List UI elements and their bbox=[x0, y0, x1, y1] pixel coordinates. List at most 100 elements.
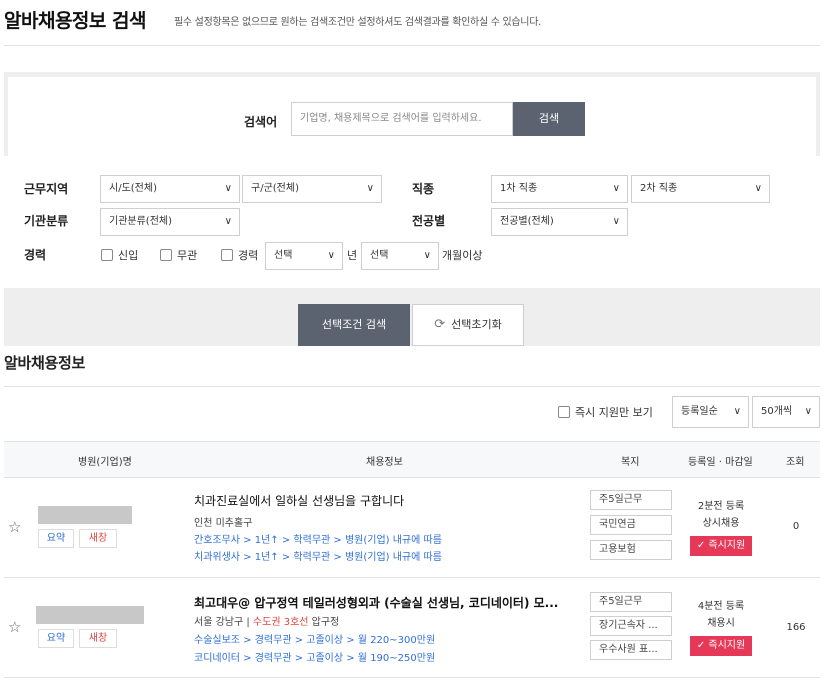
org-select[interactable]: 기관분류(전체) ∨ bbox=[100, 208, 240, 236]
welfare-badge: 장기근속자 ... bbox=[590, 616, 672, 636]
registered-time: 2분전 등록 bbox=[697, 501, 745, 512]
career-new-label: 신입 bbox=[118, 249, 139, 262]
welfare-badge: 국민연금 bbox=[590, 515, 672, 535]
career-month-value: 선택 bbox=[370, 250, 389, 261]
job-secondary-value: 2차 직종 bbox=[640, 183, 678, 194]
career-exp-checkbox[interactable]: 경력 bbox=[221, 247, 258, 263]
page-title: 알바채용정보 검색 bbox=[4, 10, 146, 32]
company-name-redacted bbox=[36, 606, 144, 624]
career-label: 경력 bbox=[24, 248, 47, 262]
job-title-link[interactable]: 치과진료실에서 일하실 선생님을 구합니다 bbox=[194, 492, 404, 509]
career-none-checkbox[interactable]: 무관 bbox=[160, 247, 197, 263]
career-year-value: 선택 bbox=[274, 250, 293, 261]
chevron-down-icon: ∨ bbox=[612, 216, 620, 227]
career-month-unit: 개월이상 bbox=[442, 249, 483, 262]
job-location: 인천 미추홀구 bbox=[194, 514, 252, 529]
reset-label: 선택초기화 bbox=[451, 318, 502, 331]
career-month-select[interactable]: 선택 ∨ bbox=[361, 242, 439, 270]
checkbox-icon bbox=[101, 249, 113, 261]
career-exp-label: 경력 bbox=[238, 249, 259, 262]
per-page-select[interactable]: 50개씩 ∨ bbox=[752, 396, 820, 428]
region-city-select[interactable]: 시/도(전체) ∨ bbox=[100, 175, 240, 203]
table-row[interactable]: ☆ 요약 새창 최고대우@ 압구정역 테일러성형외과 (수술실 선생님, 코디네… bbox=[4, 578, 820, 678]
major-select[interactable]: 전공별(전체) ∨ bbox=[491, 208, 628, 236]
deadline: 상시채용 bbox=[702, 518, 740, 529]
instant-apply-only-label: 즉시 지원만 보기 bbox=[575, 406, 653, 419]
subway-station: 압구정 bbox=[311, 617, 340, 628]
org-label: 기관분류 bbox=[24, 214, 69, 228]
career-new-checkbox[interactable]: 신입 bbox=[101, 247, 138, 263]
major-label: 전공별 bbox=[412, 214, 446, 228]
keyword-search-button[interactable]: 검색 bbox=[513, 102, 585, 136]
column-header-dates: 등록일 · 마감일 bbox=[688, 457, 753, 468]
job-location-text: 서울 강남구 bbox=[194, 617, 244, 628]
chevron-down-icon: ∨ bbox=[423, 250, 431, 261]
instant-apply-button[interactable]: ✓ 즉시지원 bbox=[690, 536, 752, 556]
star-icon[interactable]: ☆ bbox=[8, 518, 21, 536]
view-count: 166 bbox=[786, 622, 806, 633]
welfare-badge: 주5일근무 bbox=[590, 490, 672, 510]
new-window-tag[interactable]: 새창 bbox=[79, 629, 117, 648]
checkbox-icon bbox=[160, 249, 172, 261]
career-year-select[interactable]: 선택 ∨ bbox=[265, 242, 343, 270]
chevron-down-icon: ∨ bbox=[224, 216, 232, 227]
column-header-company: 병원(기업)명 bbox=[78, 457, 132, 468]
keyword-input[interactable]: 기업명, 채용제목으로 검색어를 입력하세요. bbox=[291, 102, 513, 136]
per-page-value: 50개씩 bbox=[761, 406, 793, 417]
filter-conditions: 근무지역 시/도(전체) ∨ 구/군(전체) ∨ 직종 1차 직종 ∨ 2차 직… bbox=[4, 156, 820, 288]
sort-select[interactable]: 등록일순 ∨ bbox=[672, 396, 749, 428]
org-value: 기관분류(전체) bbox=[109, 216, 173, 227]
column-header-job-info: 채용정보 bbox=[366, 457, 403, 468]
keyword-label: 검색어 bbox=[244, 115, 278, 129]
job-location: 서울 강남구 | 수도권 3호선 압구정 bbox=[194, 617, 340, 628]
instant-apply-button[interactable]: ✓ 즉시지원 bbox=[690, 636, 752, 656]
region-label: 근무지역 bbox=[24, 182, 69, 196]
summary-tag[interactable]: 요약 bbox=[38, 529, 74, 548]
career-none-label: 무관 bbox=[177, 249, 198, 262]
search-panel: 검색어 기업명, 채용제목으로 검색어를 입력하세요. 검색 근무지역 시/도(… bbox=[4, 72, 820, 346]
star-icon[interactable]: ☆ bbox=[8, 618, 21, 636]
checkbox-icon bbox=[221, 249, 233, 261]
chevron-down-icon: ∨ bbox=[327, 250, 335, 261]
chevron-down-icon: ∨ bbox=[224, 183, 232, 194]
job-condition-line: 치과위생사 > 1년↑ > 학력무관 > 병원(기업) 내규에 따름 bbox=[194, 552, 442, 563]
refresh-icon: ⟳ bbox=[434, 317, 446, 332]
keyword-box: 검색어 기업명, 채용제목으로 검색어를 입력하세요. 검색 bbox=[8, 77, 816, 156]
job-label: 직종 bbox=[412, 182, 435, 196]
welfare-badge: 고용보험 bbox=[590, 540, 672, 560]
chevron-down-icon: ∨ bbox=[366, 183, 374, 194]
major-value: 전공별(전체) bbox=[500, 216, 554, 227]
chevron-down-icon: ∨ bbox=[754, 183, 762, 194]
instant-apply-only-checkbox[interactable]: 즉시 지원만 보기 bbox=[558, 404, 653, 420]
summary-tag[interactable]: 요약 bbox=[38, 629, 74, 648]
sort-value: 등록일순 bbox=[681, 406, 718, 417]
welfare-badge: 주5일근무 bbox=[590, 592, 672, 612]
condition-search-button[interactable]: 선택조건 검색 bbox=[298, 304, 410, 346]
column-header-views: 조회 bbox=[786, 457, 805, 468]
region-district-select[interactable]: 구/군(전체) ∨ bbox=[242, 175, 382, 203]
chevron-down-icon: ∨ bbox=[733, 406, 741, 417]
new-window-tag[interactable]: 새창 bbox=[79, 529, 117, 548]
list-title: 알바채용정보 bbox=[4, 354, 86, 372]
column-header-welfare: 복지 bbox=[621, 457, 640, 468]
company-name-redacted bbox=[38, 506, 132, 524]
job-location-text: 인천 미추홀구 bbox=[194, 518, 253, 529]
job-title-link[interactable]: 최고대우@ 압구정역 테일러성형외과 (수술실 선생님, 코디네이터) 모... bbox=[194, 594, 558, 611]
chevron-down-icon: ∨ bbox=[612, 183, 620, 194]
job-secondary-select[interactable]: 2차 직종 ∨ bbox=[631, 175, 770, 203]
chevron-down-icon: ∨ bbox=[804, 406, 812, 417]
region-city-value: 시/도(전체) bbox=[109, 183, 157, 194]
region-district-value: 구/군(전체) bbox=[251, 183, 299, 194]
career-year-unit: 년 bbox=[347, 249, 358, 262]
table-row[interactable]: ☆ 요약 새창 치과진료실에서 일하실 선생님을 구합니다 인천 미추홀구 간호… bbox=[4, 478, 820, 578]
divider bbox=[4, 386, 820, 387]
reset-button[interactable]: ⟳ 선택초기화 bbox=[412, 304, 524, 346]
deadline: 채용시 bbox=[707, 618, 735, 629]
job-primary-select[interactable]: 1차 직종 ∨ bbox=[491, 175, 628, 203]
page-subtitle: 필수 설정항목은 없으므로 원하는 검색조건만 설정하셔도 검색결과를 확인하실… bbox=[174, 17, 541, 28]
job-primary-value: 1차 직종 bbox=[500, 183, 538, 194]
page-header: 알바채용정보 검색 필수 설정항목은 없으므로 원하는 검색조건만 설정하셔도 … bbox=[4, 6, 820, 46]
job-condition-line: 수술실보조 > 경력무관 > 고졸이상 > 월 220~300만원 bbox=[194, 635, 436, 646]
registered-time: 4분전 등록 bbox=[697, 601, 745, 612]
job-condition-line: 간호조무사 > 1년↑ > 학력무관 > 병원(기업) 내규에 따름 bbox=[194, 535, 442, 546]
